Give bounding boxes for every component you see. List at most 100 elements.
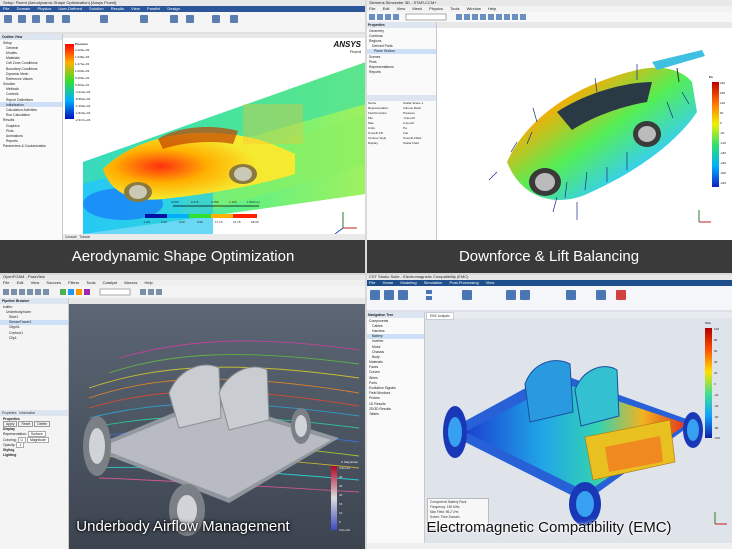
legend-title: Pa [709, 75, 713, 79]
legend-value: -40 [714, 404, 719, 408]
opacity-field[interactable]: 1 [16, 441, 25, 448]
legend-value: 1.474e+03 [75, 62, 90, 66]
legend-value: 60 [714, 349, 718, 353]
legend-value: 15 [339, 502, 343, 506]
paraview-window: OpenFOAM - ParaView File Edit View Sourc… [0, 274, 366, 549]
caption-underbody: Underbody Airflow Management [76, 518, 290, 535]
downforce-scene [437, 22, 732, 223]
legend-value: 25 [339, 484, 343, 488]
legend-value: 240 [720, 81, 726, 85]
ribbon-toolbar [0, 12, 366, 35]
legend-title: V/m [705, 321, 711, 325]
properties-panel: Properties Geometry Continua Regions Der… [366, 22, 437, 240]
tab-tutorial[interactable]: Tutorial [79, 235, 90, 239]
delete-button[interactable]: Delete [34, 421, 51, 428]
ribbon-icons [366, 290, 732, 312]
legend-value: -120 [720, 141, 727, 145]
legend-value: -1.843e+03 [75, 111, 91, 115]
render-view[interactable]: U Magnitude 3.5e+01 30 25 20 15 10 5 0.0… [69, 298, 366, 549]
scalar-scene-view[interactable]: Pa 240 180 120 60 0 -60 -120 -180 -240 -… [437, 22, 732, 240]
legend-value: 3.5e+01 [339, 466, 350, 470]
legend-value: 2.422e+03 [75, 48, 90, 52]
legend-value: -60 [720, 131, 725, 135]
colorbar-tick: 28.00 [251, 220, 259, 224]
legend-title: U Magnitude [341, 460, 359, 464]
apply-button[interactable]: Apply [3, 421, 18, 428]
underbody-streamlines [69, 298, 366, 549]
legend-value: -1.369e+03 [75, 104, 91, 108]
legend-value: 20 [714, 371, 718, 375]
legend-value: -340 [720, 181, 727, 185]
colorbar-tick: 2.00 [197, 220, 203, 224]
caption-downforce: Downforce & Lift Balancing [366, 240, 732, 274]
caption-emc: Electromagnetic Compatibility (EMC) [426, 519, 672, 536]
legend-value: 180 [720, 91, 726, 95]
legend-value: 5.265e+02 [75, 76, 90, 80]
section-label: Lighting [3, 453, 17, 458]
legend-value: -100 [714, 436, 721, 440]
legend-value: 40 [714, 360, 718, 364]
legend-value: 80 [714, 338, 718, 342]
scale-tick: 1.500 (m) [247, 200, 260, 204]
tab-console[interactable]: Console [65, 235, 77, 239]
fluent-graphics-view[interactable]: ANSYS Fluent Pressure 2.422e+03 1.948e+0… [63, 34, 366, 240]
ansys-product: Fluent [349, 49, 361, 54]
colorbar-tick: 2.00 [161, 220, 167, 224]
legend-title: Pressure [75, 42, 88, 46]
starccm-window: Siemens Simcenter 3D - STAR-CCM+ File Ed… [366, 0, 732, 274]
ribbon-toolbar [366, 286, 732, 313]
field-colorbar [705, 328, 712, 438]
tree-item[interactable]: Parameters & Customization [0, 144, 62, 149]
legend-value: -300 [720, 171, 727, 175]
scale-tick: 0.375 [191, 200, 199, 204]
legend-value: 5.264e+01 [75, 83, 90, 87]
tree-item[interactable]: Tables [366, 411, 424, 416]
legend-value: 1.000e+03 [75, 69, 90, 73]
legend-value: -180 [720, 151, 727, 155]
scale-tick: 1.125 [229, 200, 237, 204]
navigation-tree: Navigation Tree Components Cables Harnes… [366, 312, 425, 543]
legend-value: 0 [720, 121, 722, 125]
property-row[interactable]: Display Scalar Field [366, 141, 436, 146]
component-select[interactable]: Magnitude [26, 436, 49, 443]
legend-value: -4.212e+02 [75, 90, 91, 94]
reset-button[interactable]: Reset [18, 421, 34, 428]
cst-window: CST Studio Suite - Electromagnetic Compa… [366, 274, 732, 549]
tab-properties[interactable]: Properties [2, 411, 17, 415]
ribbon-icons [0, 15, 366, 34]
toolbar-icons [3, 288, 162, 296]
pressure-colorbar [712, 82, 719, 187]
horizontal-divider [0, 273, 732, 275]
legend-value: 10 [339, 511, 343, 515]
legend-value: 0 [714, 382, 716, 386]
legend-value: 60 [720, 111, 724, 115]
legend-value: -8.952e+02 [75, 97, 91, 101]
legend-value: 120 [720, 101, 726, 105]
fluent-window: Setup: Fluent (Aerodynamic Shape Optimiz… [0, 0, 366, 274]
property-sheet: Name Scalar Scene 1 Representation Volume … [366, 101, 436, 146]
legend-value: -2.317e+03 [75, 118, 91, 122]
toolbar-icons [369, 13, 526, 21]
colorbar-tick: -1.00 [143, 220, 150, 224]
pressure-contour-view [63, 34, 366, 235]
legend-value: -20 [714, 393, 719, 397]
legend-value: 100 [714, 327, 720, 331]
outline-panel: Outline View Setup General Models Materi… [0, 34, 63, 240]
legend-value: -60 [714, 415, 719, 419]
screenshot-collage: Setup: Fluent (Aerodynamic Shape Optimiz… [0, 0, 732, 549]
colorbar-tick: 21.15 [233, 220, 241, 224]
ansys-logo: ANSYS [333, 40, 361, 49]
legend-value: 30 [339, 475, 343, 479]
colorbar-tick: 17.14 [215, 220, 223, 224]
scale-tick: 0.750 [211, 200, 219, 204]
legend-value: 20 [339, 493, 343, 497]
emc-3d-view[interactable]: EMC Analysis V/m 100 80 60 40 20 0 -20 -… [425, 312, 732, 543]
scale-tick: 0.000 [171, 200, 179, 204]
colorbar-tick: 0.00 [179, 220, 185, 224]
tab-information[interactable]: Information [19, 411, 35, 415]
caption-aerodynamic: Aerodynamic Shape Optimization [0, 240, 366, 274]
legend-value: -80 [714, 426, 719, 430]
legend-value: -240 [720, 161, 727, 165]
pipeline-panel: Pipeline Browser builtin: Underbody.foam… [0, 298, 69, 549]
view-tab[interactable]: EMC Analysis [426, 312, 454, 320]
